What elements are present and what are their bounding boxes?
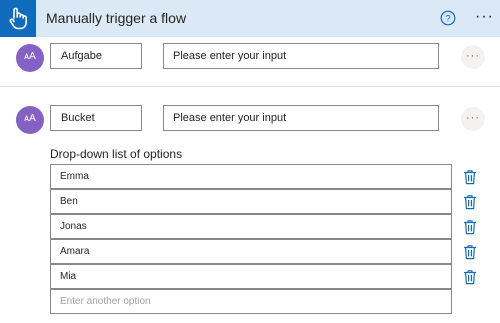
new-option-placeholder: Enter another option: [60, 296, 151, 307]
input-placeholder-field[interactable]: Please enter your input: [163, 105, 439, 131]
new-option-field[interactable]: Enter another option: [50, 289, 452, 314]
touch-hand-icon: [9, 7, 27, 30]
option-text: Emma: [60, 171, 89, 182]
option-text: Amara: [60, 246, 90, 257]
option-text: Mia: [60, 271, 77, 282]
ellipsis-icon: ···: [466, 50, 480, 62]
text-input-avatar: ᴀA: [16, 44, 44, 72]
dropdown-option-field[interactable]: Emma: [50, 164, 452, 189]
input-placeholder-field[interactable]: Please enter your input: [163, 43, 439, 69]
trigger-header[interactable]: Manually trigger a flow ? ···: [0, 0, 500, 37]
option-text: Ben: [60, 196, 78, 207]
input-label-field[interactable]: Aufgabe: [50, 43, 142, 69]
flow-title: Manually trigger a flow: [46, 10, 187, 26]
trash-icon[interactable]: [463, 169, 477, 185]
trigger-tile: [0, 0, 36, 37]
svg-text:?: ?: [445, 14, 450, 25]
ellipsis-icon: ···: [466, 112, 480, 124]
trash-icon[interactable]: [463, 194, 477, 210]
input-more-button[interactable]: ···: [461, 107, 485, 131]
dropdown-heading: Drop-down list of options: [50, 147, 183, 161]
input-more-button[interactable]: ···: [461, 45, 485, 69]
input-label-field[interactable]: Bucket: [50, 105, 142, 131]
dropdown-option-field[interactable]: Jonas: [50, 214, 452, 239]
avatar-text: ᴀA: [24, 113, 36, 124]
trash-icon[interactable]: [463, 269, 477, 285]
divider: [0, 86, 500, 87]
option-text: Jonas: [60, 221, 87, 232]
help-circle-icon[interactable]: ?: [440, 10, 456, 26]
trash-icon[interactable]: [463, 244, 477, 260]
dropdown-option-field[interactable]: Mia: [50, 264, 452, 289]
more-options-button[interactable]: ···: [475, 9, 494, 25]
dropdown-option-field[interactable]: Amara: [50, 239, 452, 264]
trash-icon[interactable]: [463, 219, 477, 235]
avatar-text: ᴀA: [24, 51, 36, 62]
text-input-avatar: ᴀA: [16, 106, 44, 134]
dropdown-option-field[interactable]: Ben: [50, 189, 452, 214]
